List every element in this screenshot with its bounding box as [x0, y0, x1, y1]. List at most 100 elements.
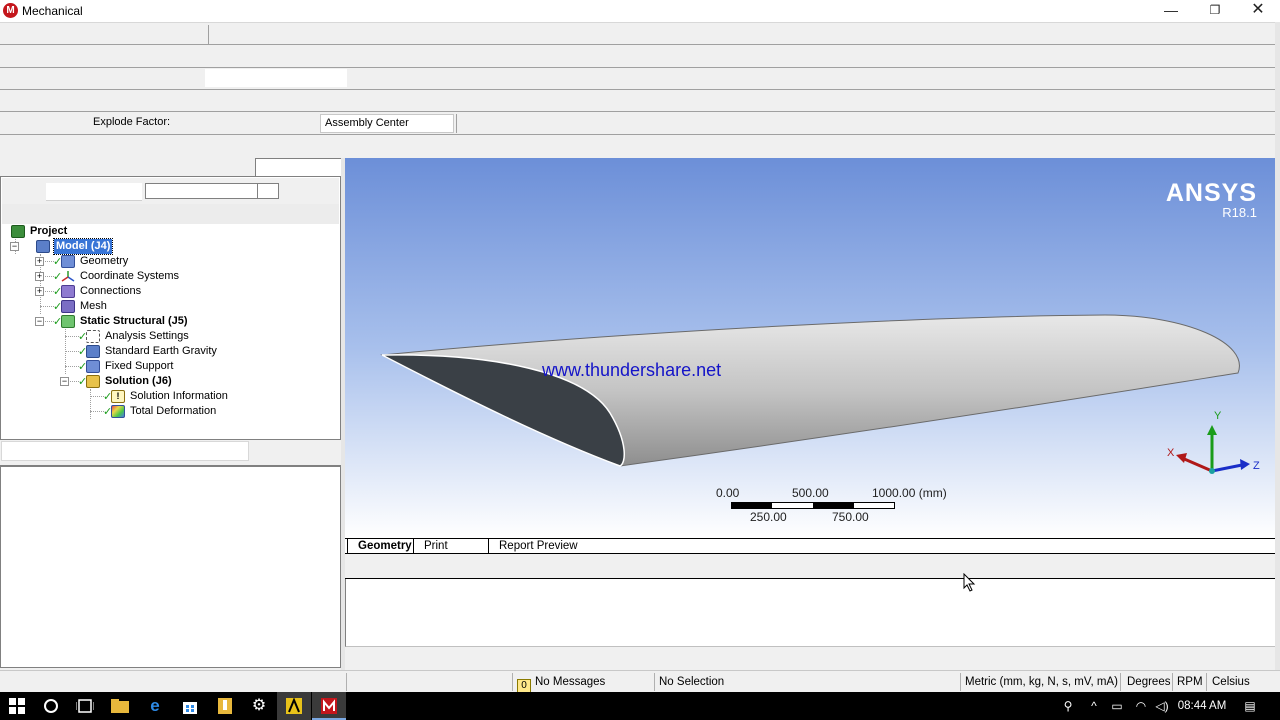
- restore-button[interactable]: ❐: [1193, 0, 1237, 22]
- mouse-cursor-icon: [963, 573, 976, 592]
- tree-node-label: Mesh: [80, 300, 107, 312]
- explode-factor-label: Explode Factor:: [93, 116, 171, 128]
- scale-bar: [731, 502, 895, 509]
- message-icon: 0: [517, 679, 531, 693]
- tree-node-solution[interactable]: − ✓ Solution (J6): [60, 374, 260, 389]
- wing-model: [380, 314, 1240, 467]
- status-messages[interactable]: 0 No Messages: [512, 673, 654, 693]
- project-icon: [11, 225, 25, 238]
- toolbar-divider: [208, 25, 209, 44]
- people-icon[interactable]: ⚲: [1058, 692, 1078, 720]
- tree-node-label: Project: [30, 225, 68, 237]
- outline-search-input[interactable]: [145, 183, 279, 199]
- status-temperature-unit[interactable]: Celsius: [1206, 673, 1256, 691]
- file-explorer-button[interactable]: [103, 692, 137, 720]
- outline-panel: Project − Model (J4) + ✓ Geometry + ✓ Co…: [0, 176, 341, 440]
- expand-icon[interactable]: +: [35, 272, 44, 281]
- tree-node-analysis-settings[interactable]: ✓ Analysis Settings: [60, 329, 260, 344]
- toolbar-row-3: [0, 68, 1275, 90]
- tree-node-mesh[interactable]: ✓ Mesh: [35, 299, 235, 314]
- tree-node-solution-information[interactable]: ✓ ! Solution Information: [85, 389, 285, 404]
- tree-node-label: Static Structural (J5): [80, 315, 188, 327]
- mechanical-icon: [321, 698, 337, 714]
- tree-node-label: Coordinate Systems: [80, 270, 180, 282]
- tree-node-label: Model (J4): [52, 238, 114, 255]
- scale-ruler: 0.00 500.00 1000.00 (mm) 250.00 750.00: [715, 486, 965, 528]
- window-edge-scrollbar[interactable]: [1275, 22, 1280, 672]
- messages-panel[interactable]: [345, 579, 1275, 647]
- outline-filter-field[interactable]: [46, 183, 142, 201]
- mechanical-taskbar-button[interactable]: [312, 692, 346, 720]
- expand-icon[interactable]: +: [35, 257, 44, 266]
- connections-icon: [61, 285, 75, 298]
- graphics-viewport[interactable]: ANSYS R18.1 www.thundershare.net 0.00 50…: [345, 158, 1275, 538]
- panel-tab-stub[interactable]: [255, 158, 345, 176]
- collapse-icon[interactable]: −: [10, 242, 19, 251]
- tree-node-coordinate-systems[interactable]: + ✓ Coordinate Systems: [35, 269, 235, 284]
- window-title: Mechanical: [22, 4, 83, 18]
- outline-footer-field[interactable]: [1, 441, 249, 461]
- triad-x-label: X: [1167, 447, 1175, 459]
- tree-node-earth-gravity[interactable]: ✓ Standard Earth Gravity: [60, 344, 280, 359]
- task-view-button[interactable]: [68, 692, 102, 720]
- tree-node-label: Fixed Support: [105, 360, 174, 372]
- status-rotational-unit[interactable]: RPM: [1172, 673, 1206, 691]
- clock[interactable]: 08:44 AM: [1176, 692, 1228, 720]
- coordinate-axes-icon: [61, 270, 75, 283]
- axis-triad[interactable]: Y X Z: [1160, 403, 1270, 483]
- network-icon[interactable]: ▭: [1108, 692, 1126, 720]
- mechanical-app-icon[interactable]: M: [3, 3, 18, 18]
- collapse-icon[interactable]: −: [60, 377, 69, 386]
- gravity-icon: [86, 345, 100, 358]
- tab-report-preview[interactable]: Report Preview: [488, 539, 578, 554]
- tab-print-preview[interactable]: Print Preview: [413, 539, 489, 566]
- status-angle-unit[interactable]: Degrees: [1120, 673, 1172, 691]
- windows-taskbar: e ⚙ ⚲ ^ ▭ ◠ ◁) 08:44 AM ▤: [0, 692, 1280, 720]
- show-hidden-icons-chevron-icon[interactable]: ^: [1086, 692, 1102, 720]
- messages-label: No Messages: [535, 676, 606, 688]
- toolbar-input-box[interactable]: [205, 69, 347, 87]
- tree-node-fixed-support[interactable]: ✓ Fixed Support: [60, 359, 260, 374]
- outline-header-band: [2, 204, 339, 224]
- tree-node-geometry[interactable]: + ✓ Geometry: [35, 254, 235, 269]
- wifi-icon[interactable]: ◠: [1132, 692, 1150, 720]
- tree-node-project[interactable]: Project: [11, 224, 211, 239]
- task-view-icon: [75, 699, 95, 713]
- volume-icon[interactable]: ◁): [1153, 692, 1171, 720]
- ansys-brand: ANSYS: [1165, 179, 1257, 207]
- status-bar: 0 No Messages No Selection Metric (mm, kg…: [0, 670, 1280, 693]
- static-structural-icon: [61, 315, 75, 328]
- pinned-app-button[interactable]: [208, 692, 242, 720]
- explode-center-select[interactable]: Assembly Center: [320, 114, 454, 133]
- collapse-icon[interactable]: −: [35, 317, 44, 326]
- scale-label: 0.00: [716, 486, 740, 500]
- start-button[interactable]: [0, 692, 34, 720]
- status-units[interactable]: Metric (mm, kg, N, s, mV, mA): [960, 673, 1120, 691]
- tab-geometry[interactable]: Geometry: [347, 539, 413, 554]
- tree-node-model[interactable]: − Model (J4): [10, 238, 210, 255]
- toolbar-divider: [456, 114, 457, 133]
- triad-y-label: Y: [1214, 410, 1222, 422]
- edge-browser-button[interactable]: e: [138, 692, 172, 720]
- ansys-workbench-button[interactable]: [277, 692, 311, 720]
- windows-logo-icon: [9, 698, 25, 714]
- toolbar-row-4: [0, 90, 1275, 112]
- tree-node-total-deformation[interactable]: ✓ Total Deformation: [85, 404, 285, 419]
- settings-button[interactable]: ⚙: [242, 692, 276, 720]
- status-selection: No Selection: [654, 673, 960, 691]
- action-center-icon[interactable]: ▤: [1238, 692, 1262, 720]
- details-panel[interactable]: [0, 466, 341, 668]
- scale-label: 250.00: [750, 510, 787, 524]
- minimize-button[interactable]: —: [1149, 0, 1193, 22]
- tree-node-static-structural[interactable]: − ✓ Static Structural (J5): [35, 314, 255, 329]
- solution-icon: [86, 375, 100, 388]
- close-button[interactable]: ✕: [1236, 0, 1280, 22]
- store-button[interactable]: [173, 692, 207, 720]
- search-button[interactable]: [34, 692, 68, 720]
- view-tabs: Geometry Print Preview Report Preview: [345, 538, 1275, 566]
- expand-icon[interactable]: +: [35, 287, 44, 296]
- model-icon: [36, 240, 50, 253]
- tree-node-connections[interactable]: + ✓ Connections: [35, 284, 235, 299]
- tree-node-label: Connections: [80, 285, 142, 297]
- information-icon: !: [111, 390, 125, 403]
